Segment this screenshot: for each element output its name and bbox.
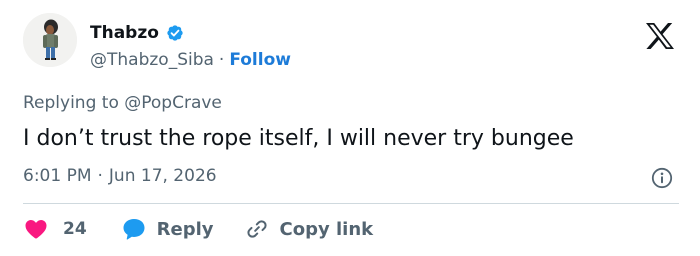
reply-mention-link[interactable]: @PopCrave xyxy=(124,93,222,113)
reply-label: Reply xyxy=(156,218,214,240)
author-display-name[interactable]: Thabzo xyxy=(90,23,159,43)
author-name-row: Thabzo xyxy=(90,21,185,45)
info-icon[interactable] xyxy=(651,167,673,189)
heart-icon xyxy=(23,216,49,242)
tweet-time: 6:01 PM xyxy=(23,166,92,186)
reply-button[interactable]: Reply xyxy=(121,216,214,242)
tweet-card: Thabzo @Thabzo_Siba · Follow Replying to… xyxy=(0,0,700,256)
verified-badge-icon xyxy=(165,23,185,43)
follow-button[interactable]: Follow xyxy=(229,50,291,70)
author-handle-row: @Thabzo_Siba · Follow xyxy=(90,48,291,72)
copy-link-button[interactable]: Copy link xyxy=(244,216,374,242)
tweet-timestamp[interactable]: 6:01 PM · Jun 17, 2026 xyxy=(23,166,217,186)
action-bar: 24 Reply Copy link xyxy=(23,215,373,243)
reply-context: Replying to @PopCrave xyxy=(23,93,222,113)
avatar[interactable] xyxy=(23,13,77,67)
handle-separator: · xyxy=(218,50,225,70)
like-button[interactable]: 24 xyxy=(23,216,87,242)
divider xyxy=(23,203,679,204)
tweet-date: Jun 17, 2026 xyxy=(108,166,217,186)
reply-context-prefix: Replying to xyxy=(23,93,119,113)
avatar-illustration xyxy=(23,13,77,67)
x-logo-icon[interactable] xyxy=(645,22,675,50)
author-handle[interactable]: @Thabzo_Siba xyxy=(90,50,214,70)
tweet-text: I don’t trust the rope itself, I will ne… xyxy=(23,126,574,151)
like-count: 24 xyxy=(63,219,87,239)
speech-bubble-icon xyxy=(121,216,147,242)
copy-link-label: Copy link xyxy=(279,218,374,240)
link-icon xyxy=(244,216,270,242)
timestamp-separator: · xyxy=(97,166,103,186)
